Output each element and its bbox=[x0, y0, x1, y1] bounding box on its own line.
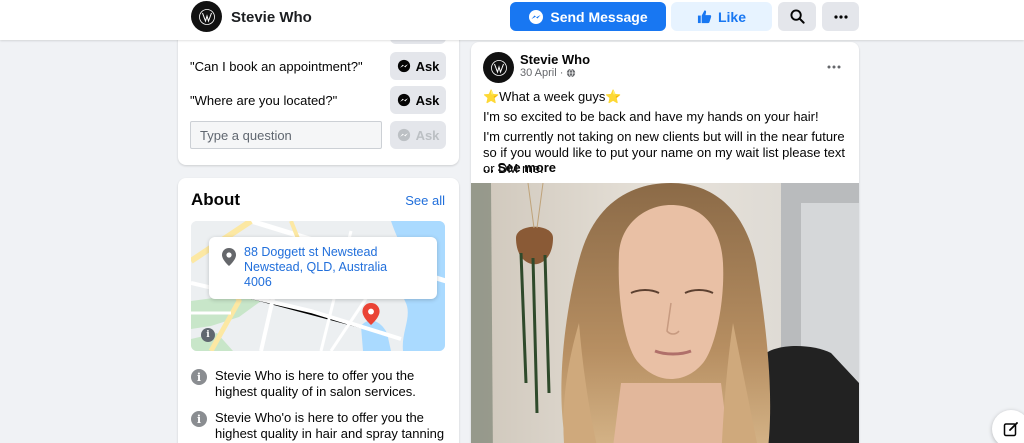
map-marker-icon bbox=[362, 303, 380, 325]
more-dots-icon bbox=[827, 65, 841, 69]
page-header: Stevie Who Send Message Like bbox=[0, 0, 1024, 40]
info-icon: i bbox=[191, 369, 207, 385]
ask-label: Ask bbox=[415, 58, 440, 74]
like-button[interactable]: Like bbox=[671, 2, 772, 31]
ask-button-disabled[interactable]: Ask bbox=[390, 121, 446, 149]
page-name[interactable]: Stevie Who bbox=[231, 9, 312, 26]
post-card: Stevie Who 30 April · ⭐What a week guys⭐… bbox=[471, 42, 859, 443]
send-message-label: Send Message bbox=[550, 8, 648, 25]
messenger-icon bbox=[529, 9, 544, 24]
address-line: 88 Doggett st Newstead bbox=[244, 245, 378, 259]
location-pin-icon bbox=[222, 248, 236, 266]
post-options-button[interactable] bbox=[827, 56, 841, 74]
ask-label: Ask bbox=[415, 92, 440, 108]
like-label: Like bbox=[717, 8, 746, 25]
address-text[interactable]: 88 Doggett st Newstead Newstead, QLD, Au… bbox=[244, 245, 424, 290]
post-photo[interactable] bbox=[471, 183, 859, 443]
messenger-icon bbox=[397, 59, 410, 73]
messenger-icon bbox=[397, 128, 410, 142]
post-timestamp[interactable]: 30 April · bbox=[520, 67, 576, 79]
ask-button[interactable]: Ask bbox=[390, 86, 446, 114]
faq-question[interactable]: "Can I book an appointment?" bbox=[190, 59, 363, 74]
globe-icon bbox=[567, 68, 576, 78]
question-input[interactable] bbox=[190, 121, 382, 149]
compose-icon bbox=[1003, 422, 1018, 437]
compose-message-button[interactable] bbox=[992, 410, 1024, 443]
ask-label: Ask bbox=[415, 127, 440, 143]
faq-row: "Can I book an appointment?" Ask bbox=[190, 52, 446, 80]
faq-row: "Where are you located?" Ask bbox=[190, 86, 446, 114]
info-row: i Stevie Who'o is here to offer you the … bbox=[191, 410, 451, 442]
thumbs-up-icon bbox=[697, 10, 712, 24]
page-logo[interactable] bbox=[191, 1, 222, 32]
search-button[interactable] bbox=[778, 2, 816, 31]
address-card[interactable]: 88 Doggett st Newstead Newstead, QLD, Au… bbox=[209, 237, 437, 299]
faq-question[interactable]: "Where are you located?" bbox=[190, 93, 337, 108]
post-photo-graphic bbox=[471, 183, 859, 443]
logo-mark-icon bbox=[490, 59, 507, 76]
see-all-link[interactable]: See all bbox=[405, 193, 445, 208]
post-headline: ⭐What a week guys⭐ bbox=[483, 89, 622, 104]
see-more-link[interactable]: ... See more bbox=[483, 160, 849, 176]
about-title: About bbox=[191, 190, 241, 209]
address-line: 4006 bbox=[244, 275, 272, 289]
ask-button[interactable]: Ask bbox=[390, 52, 446, 80]
address-line: Newstead, QLD, Australia bbox=[244, 260, 388, 274]
post-date-text: 30 April · bbox=[520, 67, 564, 79]
info-icon: i bbox=[191, 411, 207, 427]
post-author-name[interactable]: Stevie Who bbox=[520, 52, 590, 67]
info-text: Stevie Who'o is here to offer you the hi… bbox=[215, 410, 445, 441]
map-info-icon[interactable]: i bbox=[201, 328, 215, 342]
logo-mark-icon bbox=[198, 8, 215, 25]
more-options-button[interactable] bbox=[822, 2, 859, 31]
send-message-button[interactable]: Send Message bbox=[510, 2, 666, 31]
about-card: About See all 88 Doggett st Newstead New… bbox=[178, 178, 459, 443]
faq-input-row: Ask bbox=[190, 121, 446, 149]
search-icon bbox=[789, 9, 805, 24]
messenger-icon bbox=[397, 93, 410, 107]
post-author-avatar[interactable] bbox=[483, 52, 514, 83]
more-dots-icon bbox=[833, 14, 848, 19]
info-row: i Stevie Who is here to offer you the hi… bbox=[191, 368, 451, 400]
info-text: Stevie Who is here to offer you the high… bbox=[215, 368, 416, 399]
location-map[interactable]: 88 Doggett st Newstead Newstead, QLD, Au… bbox=[191, 221, 445, 351]
faq-card: "Can I book an appointment?" Ask "Where … bbox=[178, 20, 459, 165]
post-line: I'm so excited to be back and have my ha… bbox=[483, 109, 819, 124]
